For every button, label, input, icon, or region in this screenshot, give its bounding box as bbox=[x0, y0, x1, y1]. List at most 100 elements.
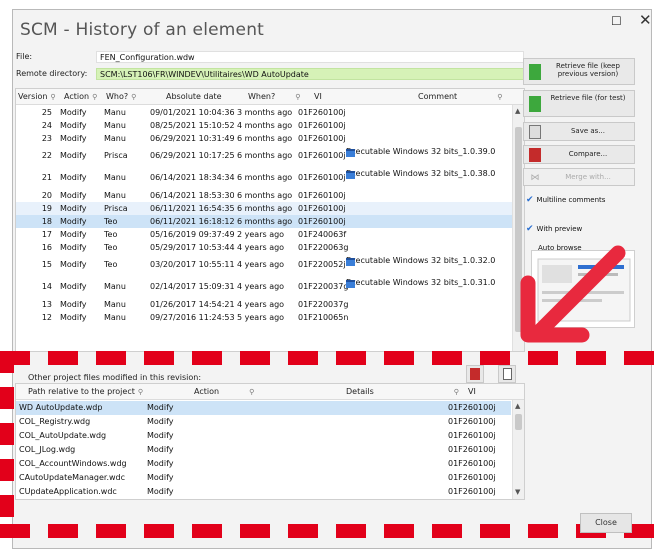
other-files-scrollbar[interactable]: ▲ ▼ bbox=[512, 400, 524, 499]
col-vi[interactable]: VI bbox=[468, 387, 476, 396]
remote-directory-field[interactable]: SCM:\LST106\FR\WINDEV\Utilitaires\WD Aut… bbox=[96, 68, 524, 80]
other-file-row[interactable]: WD AutoUpdate.wdp Modify 01F260100j bbox=[16, 401, 511, 415]
cell-comment: Executable Windows 32 bits_1.0.31.0 bbox=[346, 278, 496, 288]
col-details[interactable]: Details ⚲ bbox=[346, 387, 459, 396]
multiline-comments-checkbox[interactable]: ✔ Multiline comments bbox=[526, 195, 605, 205]
col-action[interactable]: Action ⚲ bbox=[64, 92, 97, 101]
cell-action: Modify bbox=[60, 260, 87, 269]
cell-date: 06/29/2021 10:31:49 bbox=[150, 134, 235, 143]
col-absolute-date[interactable]: Absolute date bbox=[166, 92, 222, 101]
history-header: Version ⚲ Action ⚲ Who? ⚲ Absolute date Whe… bbox=[16, 89, 524, 105]
cell-date: 05/29/2017 10:53:44 bbox=[150, 243, 235, 252]
cell-vi: 01F240063f bbox=[298, 230, 347, 239]
other-file-row[interactable]: CAutoUpdateManager.wdc Modify 01F260100j bbox=[16, 471, 511, 485]
close-button[interactable]: Close bbox=[580, 513, 632, 533]
search-icon[interactable]: ⚲ bbox=[454, 388, 459, 396]
history-table: Version ⚲ Action ⚲ Who? ⚲ Absolute date Whe… bbox=[15, 88, 525, 352]
cell-vi: 01F260100j bbox=[298, 173, 346, 182]
merge-button[interactable]: ⋈ Merge with... bbox=[523, 168, 635, 186]
history-row[interactable]: 20 Modify Manu 06/14/2021 18:53:30 6 months … bbox=[16, 189, 513, 202]
col-vi[interactable]: VI bbox=[314, 92, 322, 101]
save-as-button[interactable]: Save as... bbox=[523, 122, 635, 141]
history-row[interactable]: 13 Modify Manu 01/26/2017 14:54:21 4 years a… bbox=[16, 298, 513, 311]
cell-when: 6 months ago bbox=[237, 204, 293, 213]
history-row[interactable]: 14 Modify Manu 02/14/2017 15:09:31 4 years a… bbox=[16, 276, 513, 298]
cell-when: 6 months ago bbox=[237, 134, 293, 143]
cell-who: Prisca bbox=[104, 204, 128, 213]
cell-version: 25 bbox=[41, 108, 52, 117]
history-row[interactable]: 17 Modify Teo 05/16/2019 09:37:49 2 years ag… bbox=[16, 228, 513, 241]
search-icon[interactable]: ⚲ bbox=[249, 388, 254, 396]
history-row[interactable]: 19 Modify Prisca 06/11/2021 16:54:35 6 month… bbox=[16, 202, 513, 215]
history-row[interactable]: 16 Modify Teo 05/29/2017 10:53:44 4 years ag… bbox=[16, 241, 513, 254]
other-file-row[interactable]: COL_JLog.wdg Modify 01F260100j bbox=[16, 443, 511, 457]
cell-vi: 01F220037g bbox=[298, 282, 349, 291]
cell-date: 06/29/2021 10:17:25 bbox=[150, 151, 235, 160]
cell-version: 23 bbox=[41, 134, 52, 143]
search-icon[interactable]: ⚲ bbox=[50, 93, 55, 101]
history-row[interactable]: 25 Modify Manu 09/01/2021 10:04:36 3 months … bbox=[16, 106, 513, 119]
cell-vi: 01F260100j bbox=[298, 204, 346, 213]
other-file-row[interactable]: CUpdateApplication.wdc Modify 01F260100j bbox=[16, 485, 511, 499]
other-file-row[interactable]: COL_AutoUpdate.wdg Modify 01F260100j bbox=[16, 429, 511, 443]
save-file-button[interactable] bbox=[498, 365, 516, 383]
cell-date: 09/27/2016 11:24:53 bbox=[150, 313, 235, 322]
cell-version: 21 bbox=[41, 173, 52, 182]
cell-who: Manu bbox=[104, 121, 126, 130]
cell-path: CAutoUpdateManager.wdc bbox=[19, 473, 126, 482]
col-version[interactable]: Version ⚲ bbox=[18, 92, 56, 101]
cell-version: 24 bbox=[41, 121, 52, 130]
cell-vi: 01F260100j bbox=[298, 191, 346, 200]
compare-button[interactable]: Compare... bbox=[523, 145, 635, 164]
history-row[interactable]: 22 Modify Prisca 06/29/2021 10:17:25 6 month… bbox=[16, 145, 513, 167]
history-row[interactable]: 12 Modify Manu 09/27/2016 11:24:53 5 years a… bbox=[16, 311, 513, 324]
file-field[interactable]: FEN_Configuration.wdw bbox=[96, 51, 524, 63]
search-icon[interactable]: ⚲ bbox=[497, 93, 502, 101]
search-icon[interactable]: ⚲ bbox=[92, 93, 97, 101]
col-path[interactable]: Path relative to the project ⚲ bbox=[28, 387, 143, 396]
cell-date: 09/01/2021 10:04:36 bbox=[150, 108, 235, 117]
col-action[interactable]: Action ⚲ bbox=[194, 387, 254, 396]
with-preview-checkbox[interactable]: ✔ With preview bbox=[526, 224, 582, 234]
cell-vi: 01F220052j bbox=[298, 260, 346, 269]
close-icon[interactable]: ✕ bbox=[639, 11, 652, 29]
search-icon[interactable]: ⚲ bbox=[138, 388, 143, 396]
scroll-down-icon[interactable]: ▼ bbox=[515, 488, 520, 496]
compare-file-button[interactable] bbox=[466, 365, 484, 383]
search-icon[interactable]: ⚲ bbox=[295, 93, 300, 101]
cell-vi: 01F220063g bbox=[298, 243, 349, 252]
col-who[interactable]: Who? ⚲ bbox=[106, 92, 136, 101]
scroll-up-icon[interactable]: ▲ bbox=[515, 107, 520, 115]
check-icon: ✔ bbox=[526, 224, 534, 234]
cell-vi: 01F260100j bbox=[448, 445, 496, 454]
col-when[interactable]: When? ⚲ bbox=[248, 92, 300, 101]
other-file-row[interactable]: COL_AccountWindows.wdg Modify 01F260100j bbox=[16, 457, 511, 471]
save-icon bbox=[529, 125, 541, 139]
history-row[interactable]: 15 Modify Teo 03/20/2017 10:55:11 4 years ag… bbox=[16, 254, 513, 276]
retrieve-keep-button[interactable]: Retrieve file (keep previous version) bbox=[523, 58, 635, 85]
cell-action: Modify bbox=[60, 217, 87, 226]
cell-date: 06/11/2021 16:54:35 bbox=[150, 204, 235, 213]
history-row[interactable]: 24 Modify Manu 08/25/2021 15:10:52 4 months … bbox=[16, 119, 513, 132]
cell-version: 16 bbox=[41, 243, 52, 252]
cell-comment: Executable Windows 32 bits_1.0.39.0 bbox=[346, 147, 496, 157]
history-row[interactable]: 23 Modify Manu 06/29/2021 10:31:49 6 months … bbox=[16, 132, 513, 145]
scroll-thumb[interactable] bbox=[515, 414, 522, 430]
history-row[interactable]: 21 Modify Manu 06/14/2021 18:34:34 6 months … bbox=[16, 167, 513, 189]
cell-action: Modify bbox=[60, 121, 87, 130]
scroll-up-icon[interactable]: ▲ bbox=[515, 402, 520, 410]
other-files-label: Other project files modified in this rev… bbox=[28, 373, 202, 382]
cell-when: 4 years ago bbox=[237, 300, 285, 309]
other-file-row[interactable]: COL_Registry.wdg Modify 01F260100j bbox=[16, 415, 511, 429]
cell-action: Modify bbox=[147, 403, 174, 412]
maximize-icon[interactable]: ☐ bbox=[611, 14, 622, 28]
cell-when: 5 years ago bbox=[237, 313, 285, 322]
retrieve-icon bbox=[529, 96, 541, 112]
other-files-header: Path relative to the project ⚲ Action ⚲ De… bbox=[16, 384, 524, 400]
cell-vi: 01F210065n bbox=[298, 313, 349, 322]
search-icon[interactable]: ⚲ bbox=[131, 93, 136, 101]
col-comment[interactable]: Comment ⚲ bbox=[418, 92, 502, 101]
cell-who: Manu bbox=[104, 191, 126, 200]
retrieve-test-button[interactable]: Retrieve file (for test) bbox=[523, 90, 635, 117]
history-row[interactable]: 18 Modify Teo 06/11/2021 16:18:12 6 months a… bbox=[16, 215, 513, 228]
